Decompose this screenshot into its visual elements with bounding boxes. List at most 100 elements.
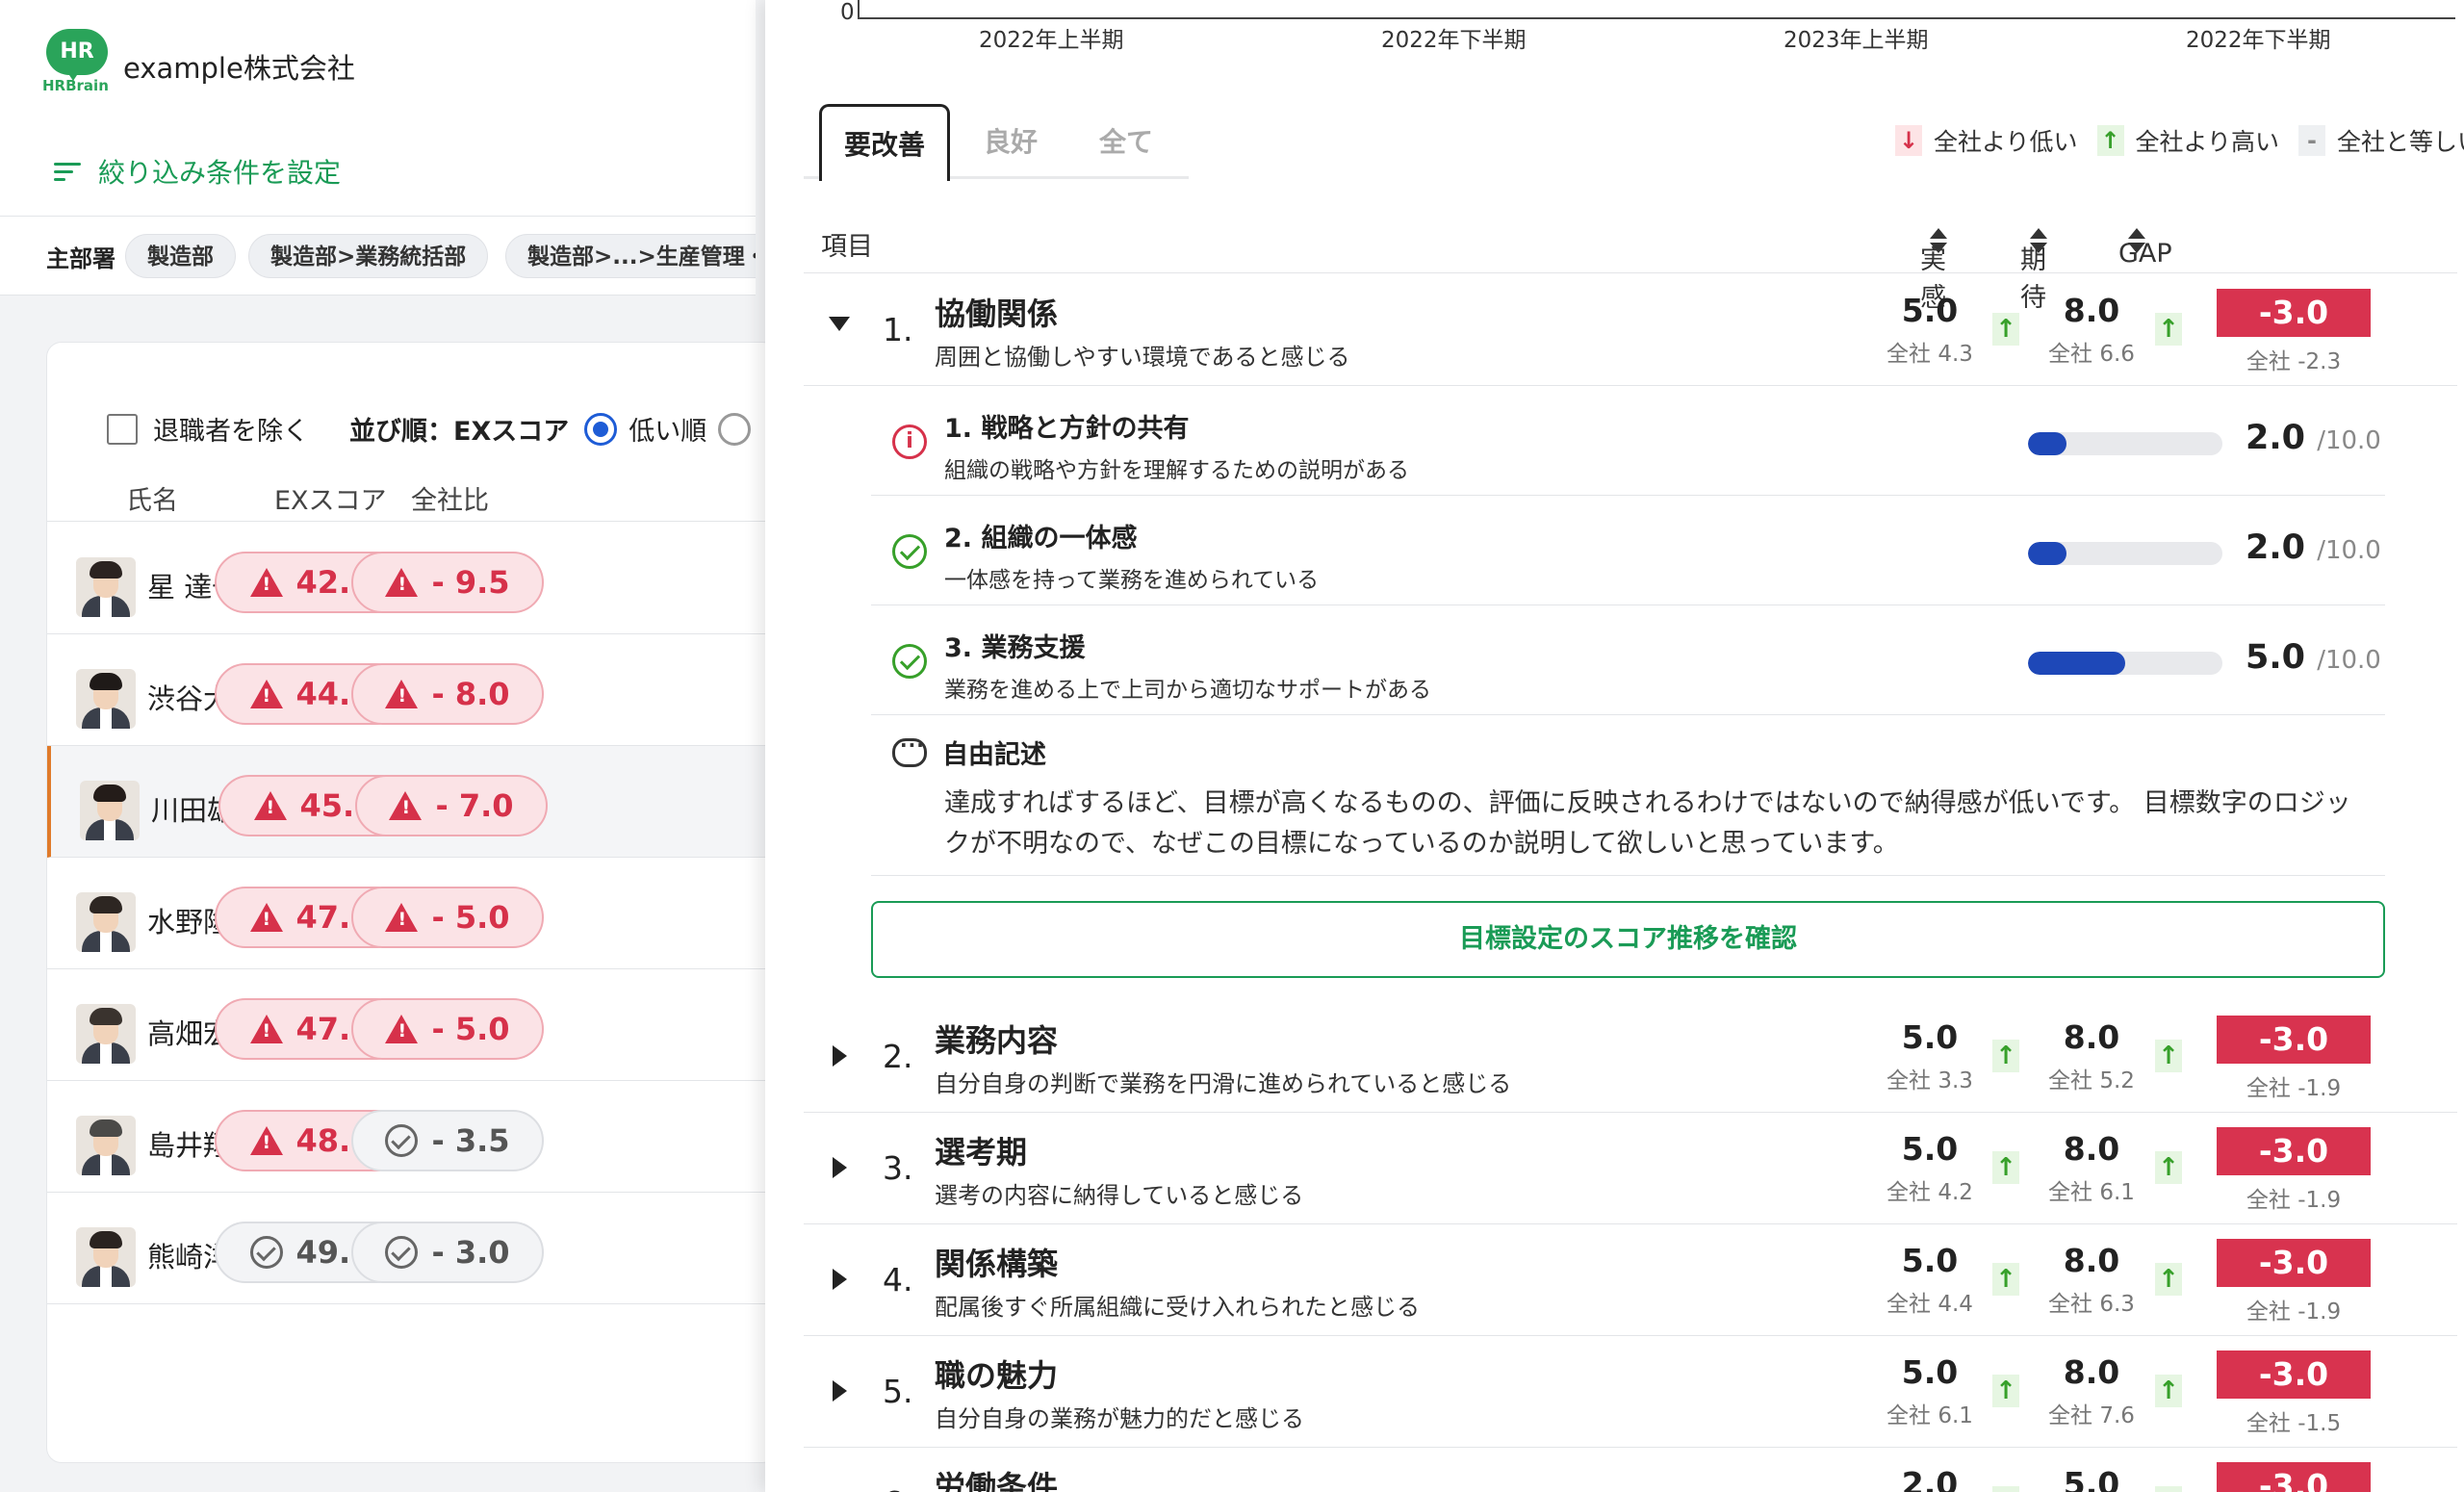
arrow-up-icon: ↑ — [2155, 1151, 2182, 1184]
caret-right-icon[interactable] — [833, 1157, 847, 1178]
warning-icon — [249, 1126, 283, 1155]
category-number: 3. — [883, 1149, 913, 1187]
company-diff-value: - 3.5 — [431, 1122, 510, 1159]
arrow-down-icon: ↓ — [1895, 125, 1922, 156]
free-comment: 自由記述 達成すればするほど、目標が高くなるものの、評価に反映されるわけではない… — [871, 722, 2385, 876]
gap-metric: -3.0 全社 -1.9 — [2217, 1127, 2371, 1214]
actual-metric: 5.0 全社 4.2 — [1877, 1130, 1983, 1206]
score-bar-fill — [2028, 542, 2067, 565]
col-company-diff[interactable]: 全社比 — [411, 479, 489, 517]
tab-good[interactable]: 良好 — [958, 104, 1064, 181]
col-expect-sort[interactable]: 期待 — [2020, 225, 2047, 313]
gap-company: 全社 -1.9 — [2246, 1188, 2342, 1213]
category-number: 4. — [883, 1261, 913, 1299]
caret-right-icon[interactable] — [833, 1269, 847, 1290]
category-row[interactable]: 6. 労働条件 2.0 ↑ 5.0 ↑ -3.0 — [804, 1448, 2457, 1492]
dept-chip[interactable]: 製造部>...>生産管理・ — [505, 234, 756, 278]
actual-metric: 2.0 — [1877, 1465, 1983, 1492]
sort-high-radio[interactable] — [718, 412, 752, 446]
company-name: example株式会社 — [123, 52, 355, 85]
employee-row[interactable]: 川田雄大45.0- 7.0 — [47, 746, 777, 858]
check-circle-icon — [892, 644, 927, 679]
avatar — [76, 1116, 136, 1175]
check-circle-icon — [249, 1236, 283, 1269]
legend-lower: 全社より低い — [1934, 128, 2078, 156]
sub-score-value: 2.0 — [2246, 528, 2306, 567]
expect-value: 8.0 — [2063, 1018, 2120, 1056]
dash-icon: - — [2298, 125, 2326, 156]
filter-settings-link[interactable]: 絞り込み条件を設定 — [54, 152, 341, 191]
col-gap-sort[interactable]: GAP — [2118, 225, 2172, 269]
expect-company: 全社 6.3 — [2048, 1292, 2135, 1317]
col-actual-sort[interactable]: 実感 — [1920, 225, 1947, 313]
score-trend-button[interactable]: 目標設定のスコア推移を確認 — [871, 901, 2385, 978]
gap-value: -3.0 — [2217, 289, 2371, 337]
warning-icon — [385, 903, 419, 932]
col-name[interactable]: 氏名 — [126, 479, 178, 517]
chart-period-label: 2022年上半期 — [979, 28, 1124, 53]
category-row[interactable]: 2. 業務内容 自分自身の判断で業務を円滑に進められていると感じる 5.0 全社 3.3… — [804, 1001, 2457, 1113]
tab-needs-improvement[interactable]: 要改善 — [819, 104, 950, 181]
caret-right-icon[interactable] — [833, 1045, 847, 1067]
company-diff-value: - 9.5 — [431, 564, 510, 601]
avatar — [76, 557, 136, 617]
gap-metric: -3.0 全社 -1.9 — [2217, 1016, 2371, 1102]
category-description: 周囲と協働しやすい環境であると感じる — [935, 344, 1350, 371]
sub-score-max: /10.0 — [2317, 426, 2381, 455]
actual-metric: 5.0 全社 4.4 — [1877, 1242, 1983, 1318]
gap-company: 全社 -1.5 — [2246, 1411, 2342, 1436]
company-diff-badge: - 8.0 — [351, 663, 544, 725]
employee-row[interactable]: 島井翔太48.5- 3.5 — [47, 1081, 777, 1193]
score-bar — [2028, 542, 2222, 565]
category-number: 1. — [883, 311, 913, 348]
chart-period-label: 2023年上半期 — [1784, 28, 1929, 53]
employee-card: 退職者を除く 並び順：EXスコア 低い順 氏名 EXスコア 全社比 星 達也42… — [46, 342, 778, 1463]
arrow-up-icon: ↑ — [2155, 1263, 2182, 1296]
company-diff-value: - 5.0 — [431, 899, 510, 936]
warning-icon — [249, 1015, 283, 1043]
category-row[interactable]: 4. 関係構築 配属後すぐ所属組織に受け入れられたと感じる 5.0 全社 4.4 ↑ 8.0… — [804, 1224, 2457, 1336]
dept-chip[interactable]: 製造部 — [125, 234, 236, 278]
employee-row[interactable]: 水野隆47.0- 5.0 — [47, 858, 777, 969]
category-title: 業務内容 — [935, 1022, 1059, 1059]
score-bar — [2028, 432, 2222, 455]
caret-right-icon[interactable] — [833, 1380, 847, 1402]
dept-chip[interactable]: 製造部>業務統括部 — [248, 234, 489, 278]
category-row[interactable]: 1. 協働関係 周囲と協働しやすい環境であると感じる 5.0 全社 4.3 ↑ 8.0 全社 … — [804, 274, 2457, 386]
chart-period-label: 2022年下半期 — [2186, 28, 2331, 53]
employee-row[interactable]: 高畑宏樹47.0- 5.0 — [47, 969, 777, 1081]
sub-item-description: 業務を進める上で上司から適切なサポートがある — [944, 678, 1431, 703]
sub-score-value: 2.0 — [2246, 419, 2306, 457]
app-header: HR HRBrain example株式会社 絞り込み条件を設定 — [0, 0, 756, 217]
company-diff-badge: - 7.0 — [355, 775, 548, 836]
chips-label: 主部署 — [46, 245, 116, 272]
category-number: 2. — [883, 1038, 913, 1075]
col-ex-score[interactable]: EXスコア — [274, 479, 387, 517]
expect-company: 全社 7.6 — [2048, 1403, 2135, 1428]
arrow-up-icon: ↑ — [2155, 1040, 2182, 1072]
employee-row[interactable]: 星 達也42.5- 9.5 — [47, 523, 777, 634]
expect-value: 8.0 — [2063, 292, 2120, 329]
exclude-retired-checkbox[interactable] — [107, 413, 138, 445]
caret-down-icon[interactable] — [829, 317, 850, 331]
arrow-up-icon: ↑ — [2096, 125, 2124, 156]
company-diff-badge: - 5.0 — [351, 998, 544, 1060]
category-description: 選考の内容に納得していると感じる — [935, 1182, 1304, 1209]
expect-metric: 5.0 — [2039, 1465, 2144, 1492]
gap-metric: -3.0 全社 -2.3 — [2217, 289, 2371, 375]
arrow-up-icon: ↑ — [2155, 313, 2182, 346]
arrow-up-icon: ↑ — [1992, 1151, 2019, 1184]
employee-row[interactable]: 渋谷大輔44.0- 8.0 — [47, 634, 777, 746]
gap-value: -3.0 — [2217, 1127, 2371, 1175]
actual-metric: 5.0 全社 4.3 — [1877, 292, 1983, 368]
employee-row[interactable]: 熊崎洋平 49.0- 3.0 — [47, 1193, 777, 1304]
expect-metric: 8.0 全社 6.3 — [2039, 1242, 2144, 1318]
legend-higher: 全社より高い — [2135, 128, 2280, 156]
category-row[interactable]: 5. 職の魅力 自分自身の業務が魅力的だと感じる 5.0 全社 6.1 ↑ 8.0 全社 7.… — [804, 1336, 2457, 1448]
actual-company: 全社 4.2 — [1886, 1180, 1973, 1205]
sort-low-radio[interactable] — [584, 412, 618, 446]
free-comment-header: 自由記述 — [892, 733, 1046, 771]
category-row[interactable]: 3. 選考期 選考の内容に納得していると感じる 5.0 全社 4.2 ↑ 8.0 全社 6.1… — [804, 1113, 2457, 1224]
expect-value: 8.0 — [2063, 1353, 2120, 1391]
tab-all[interactable]: 全て — [1073, 104, 1179, 181]
